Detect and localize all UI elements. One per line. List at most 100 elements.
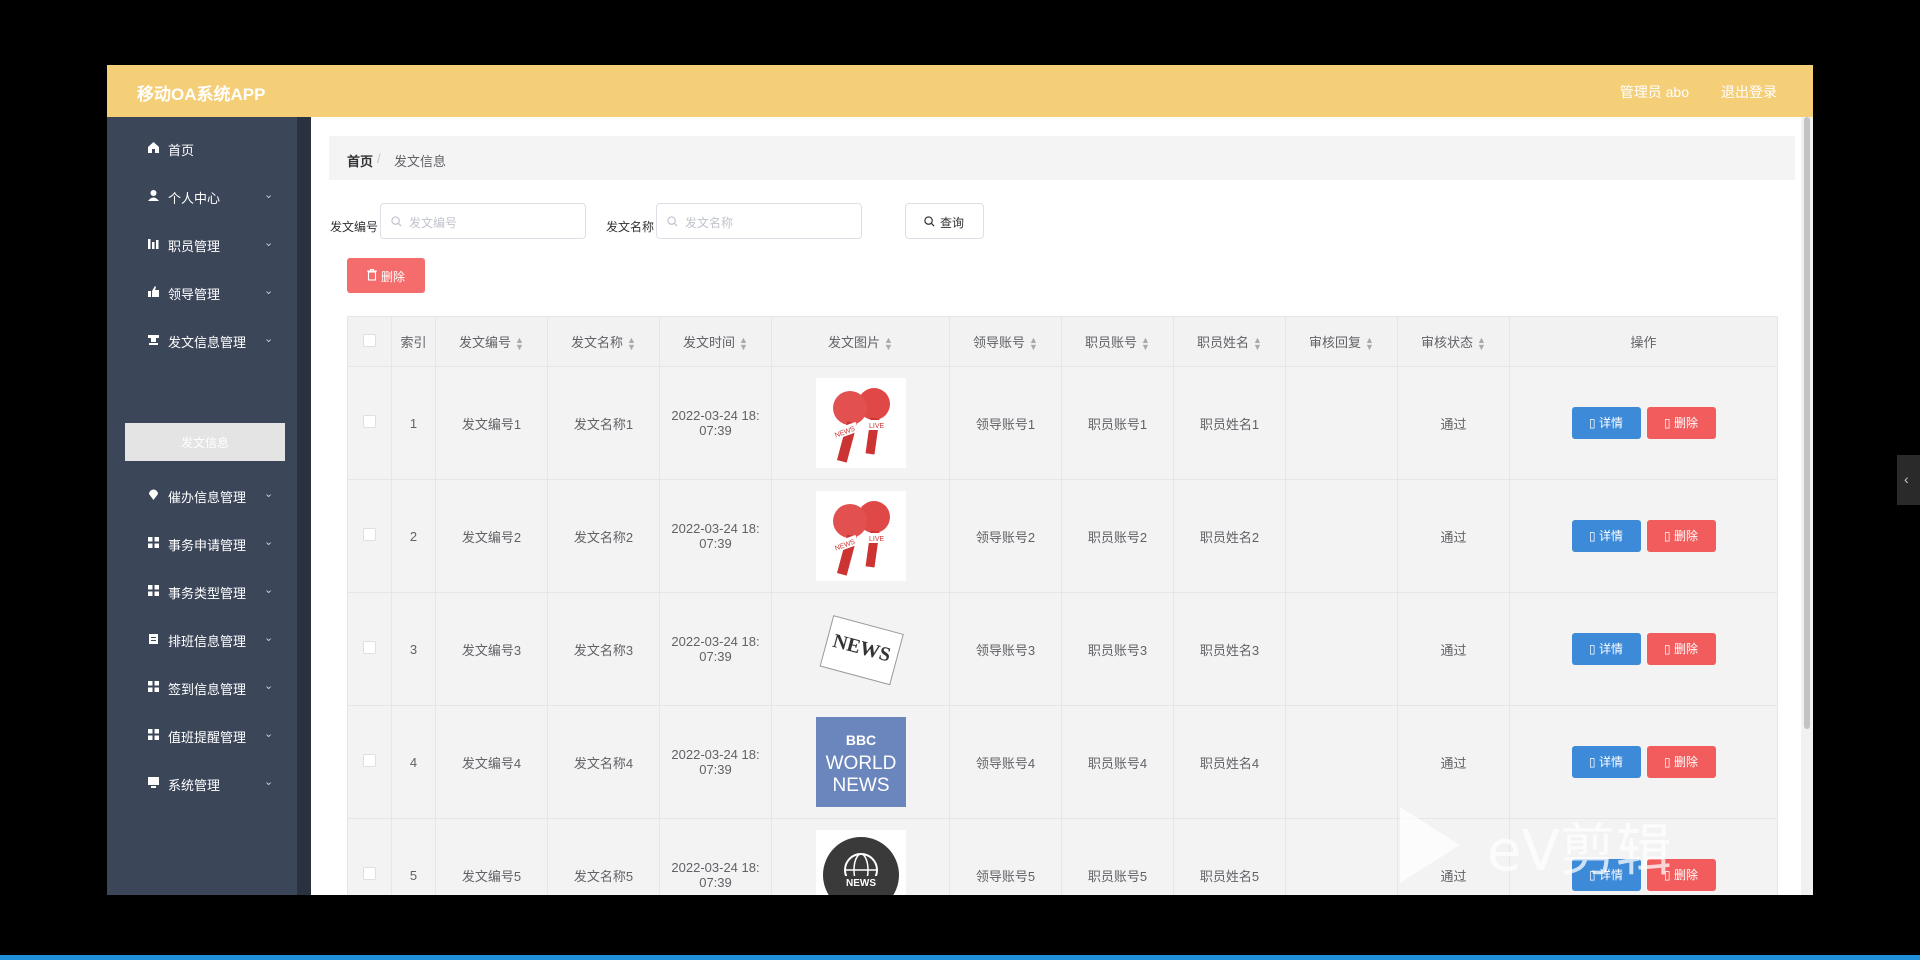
dispatch-code-input[interactable]: 发文编号 xyxy=(380,203,586,239)
column-header[interactable]: 审核回复 ▲ ▼ xyxy=(1285,316,1398,367)
sort-caret-icon[interactable]: ▲ ▼ xyxy=(1365,335,1374,351)
sidebar-item[interactable]: 首页 xyxy=(107,128,297,168)
column-label: 索引 xyxy=(400,335,427,350)
sidebar-item-label: 系统管理 xyxy=(168,778,221,793)
column-header[interactable]: 领导账号 ▲ ▼ xyxy=(949,316,1062,367)
code-cell: 发文编号2 xyxy=(435,479,548,593)
time-cell: 2022-03-24 18: 07:39 xyxy=(659,366,772,480)
main-scrollbar[interactable] xyxy=(1801,117,1813,895)
column-header[interactable]: 发文名称 ▲ ▼ xyxy=(547,316,660,367)
detail-button[interactable]: ▯ 详情 xyxy=(1571,407,1641,439)
leader-cell: 领导账号5 xyxy=(949,818,1062,895)
column-header[interactable]: 职员账号 ▲ ▼ xyxy=(1061,316,1174,367)
sidebar-item-label: 发文信息管理 xyxy=(168,335,247,350)
delete-button[interactable]: ▯ 删除 xyxy=(1646,633,1716,665)
reply-cell xyxy=(1285,479,1398,593)
code-cell: 发文编号1 xyxy=(435,366,548,480)
row-checkbox[interactable] xyxy=(363,528,376,541)
chevron-down-icon: ⌄ xyxy=(264,680,274,692)
image-cell: NEWS LIVE xyxy=(771,366,950,480)
delete-button[interactable]: ▯ 删除 xyxy=(1646,520,1716,552)
chevron-down-icon: ⌄ xyxy=(264,536,274,548)
sidebar-item[interactable]: 催办信息管理 ⌄ xyxy=(107,475,297,515)
video-progress-bar[interactable] xyxy=(0,955,1920,960)
sidebar-scrollbar[interactable] xyxy=(297,117,311,895)
sort-caret-icon[interactable]: ▲ ▼ xyxy=(627,335,636,351)
sidebar-subitem-dispatch-info[interactable]: 发文信息 xyxy=(125,423,285,461)
sort-caret-icon[interactable]: ▲ ▼ xyxy=(1029,335,1038,351)
staff-name-cell: 职员姓名3 xyxy=(1173,592,1286,706)
sidebar-item-label: 排班信息管理 xyxy=(168,634,247,649)
row-checkbox[interactable] xyxy=(363,641,376,654)
column-header[interactable]: 职员姓名 ▲ ▼ xyxy=(1173,316,1286,367)
name-cell: 发文名称4 xyxy=(547,705,660,819)
batch-delete-button[interactable]: 删除 xyxy=(347,258,425,293)
row-select-cell xyxy=(347,818,392,895)
breadcrumb-current: 发文信息 xyxy=(394,154,447,169)
app-title: 移动OA系统APP xyxy=(137,85,266,104)
sidebar-item[interactable]: 发文信息管理 ⌄ xyxy=(107,320,297,360)
scrollbar-thumb[interactable] xyxy=(1804,117,1810,729)
dispatch-name-input[interactable]: 发文名称 xyxy=(656,203,862,239)
column-header[interactable]: 审核状态 ▲ ▼ xyxy=(1397,316,1510,367)
reply-cell xyxy=(1285,592,1398,706)
query-button[interactable]: 查询 xyxy=(905,203,984,239)
row-select-cell xyxy=(347,705,392,819)
table-row: 1 发文编号1 发文名称1 2022-03-24 18: 07:39 NEWS LIVE 领导… xyxy=(347,366,1778,480)
actions-cell: ▯ 详情 ▯ 删除 xyxy=(1509,479,1778,593)
staff-account-cell: 职员账号5 xyxy=(1061,818,1174,895)
sort-caret-icon[interactable]: ▲ ▼ xyxy=(884,335,893,351)
select-all-checkbox[interactable] xyxy=(363,333,376,347)
sort-caret-icon[interactable]: ▲ ▼ xyxy=(1141,335,1150,351)
sort-caret-icon[interactable]: ▲ ▼ xyxy=(1253,335,1262,351)
sidebar-item-label: 签到信息管理 xyxy=(168,682,247,697)
row-checkbox[interactable] xyxy=(363,415,376,428)
sidebar-item[interactable]: 系统管理 ⌄ xyxy=(107,763,297,803)
column-header[interactable]: 发文编号 ▲ ▼ xyxy=(435,316,548,367)
location-icon xyxy=(149,489,158,500)
delete-button-label: 删除 xyxy=(1673,642,1698,656)
sidebar-item[interactable]: 领导管理 ⌄ xyxy=(107,272,297,312)
logout-link[interactable]: 退出登录 xyxy=(1721,82,1777,102)
sort-caret-icon[interactable]: ▲ ▼ xyxy=(1477,335,1486,351)
collapse-panel-tab[interactable]: ‹ xyxy=(1897,455,1920,505)
sidebar-item[interactable]: 个人中心 ⌄ xyxy=(107,176,297,216)
sidebar-item[interactable]: 职员管理 ⌄ xyxy=(107,224,297,264)
sort-caret-icon[interactable]: ▲ ▼ xyxy=(515,335,524,351)
name-cell: 发文名称1 xyxy=(547,366,660,480)
detail-button-label: 详情 xyxy=(1598,642,1623,656)
thumb-up-icon xyxy=(148,286,159,297)
sort-caret-icon[interactable]: ▲ ▼ xyxy=(739,335,748,351)
delete-button[interactable]: ▯ 删除 xyxy=(1646,746,1716,778)
column-label: 操作 xyxy=(1630,335,1657,350)
breadcrumb-home[interactable]: 首页 xyxy=(347,151,373,170)
sidebar-item-label: 个人中心 xyxy=(168,191,221,206)
sidebar-item[interactable]: 值班提醒管理 ⌄ xyxy=(107,715,297,755)
row-checkbox[interactable] xyxy=(363,867,376,880)
sidebar-item-label: 职员管理 xyxy=(168,239,221,254)
column-header[interactable]: 发文图片 ▲ ▼ xyxy=(771,316,950,367)
column-header[interactable]: 发文时间 ▲ ▼ xyxy=(659,316,772,367)
code-cell: 发文编号4 xyxy=(435,705,548,819)
detail-button[interactable]: ▯ 详情 xyxy=(1571,633,1641,665)
svg-text:WORLD: WORLD xyxy=(825,753,896,774)
chevron-down-icon: ⌄ xyxy=(264,488,274,500)
time-date: 2022-03-24 18: xyxy=(671,521,760,536)
detail-button-label: 详情 xyxy=(1598,755,1623,769)
sidebar-item[interactable]: 事务申请管理 ⌄ xyxy=(107,523,297,563)
detail-button[interactable]: ▯ 详情 xyxy=(1571,520,1641,552)
column-label: 领导账号 xyxy=(973,335,1026,350)
image-cell: BBC WORLD NEWS xyxy=(771,705,950,819)
actions-cell: ▯ 详情 ▯ 删除 xyxy=(1509,592,1778,706)
leader-cell: 领导账号3 xyxy=(949,592,1062,706)
sidebar-item[interactable]: 排班信息管理 ⌄ xyxy=(107,619,297,659)
chevron-down-icon: ⌄ xyxy=(264,285,274,297)
time-date: 2022-03-24 18: xyxy=(671,860,760,875)
sidebar-item[interactable]: 签到信息管理 ⌄ xyxy=(107,667,297,707)
delete-button[interactable]: ▯ 删除 xyxy=(1646,407,1716,439)
trash-icon: ▯ xyxy=(1664,755,1674,769)
sidebar-item[interactable]: 事务类型管理 ⌄ xyxy=(107,571,297,611)
row-checkbox[interactable] xyxy=(363,754,376,767)
detail-button[interactable]: ▯ 详情 xyxy=(1571,746,1641,778)
column-label: 发文编号 xyxy=(459,335,512,350)
